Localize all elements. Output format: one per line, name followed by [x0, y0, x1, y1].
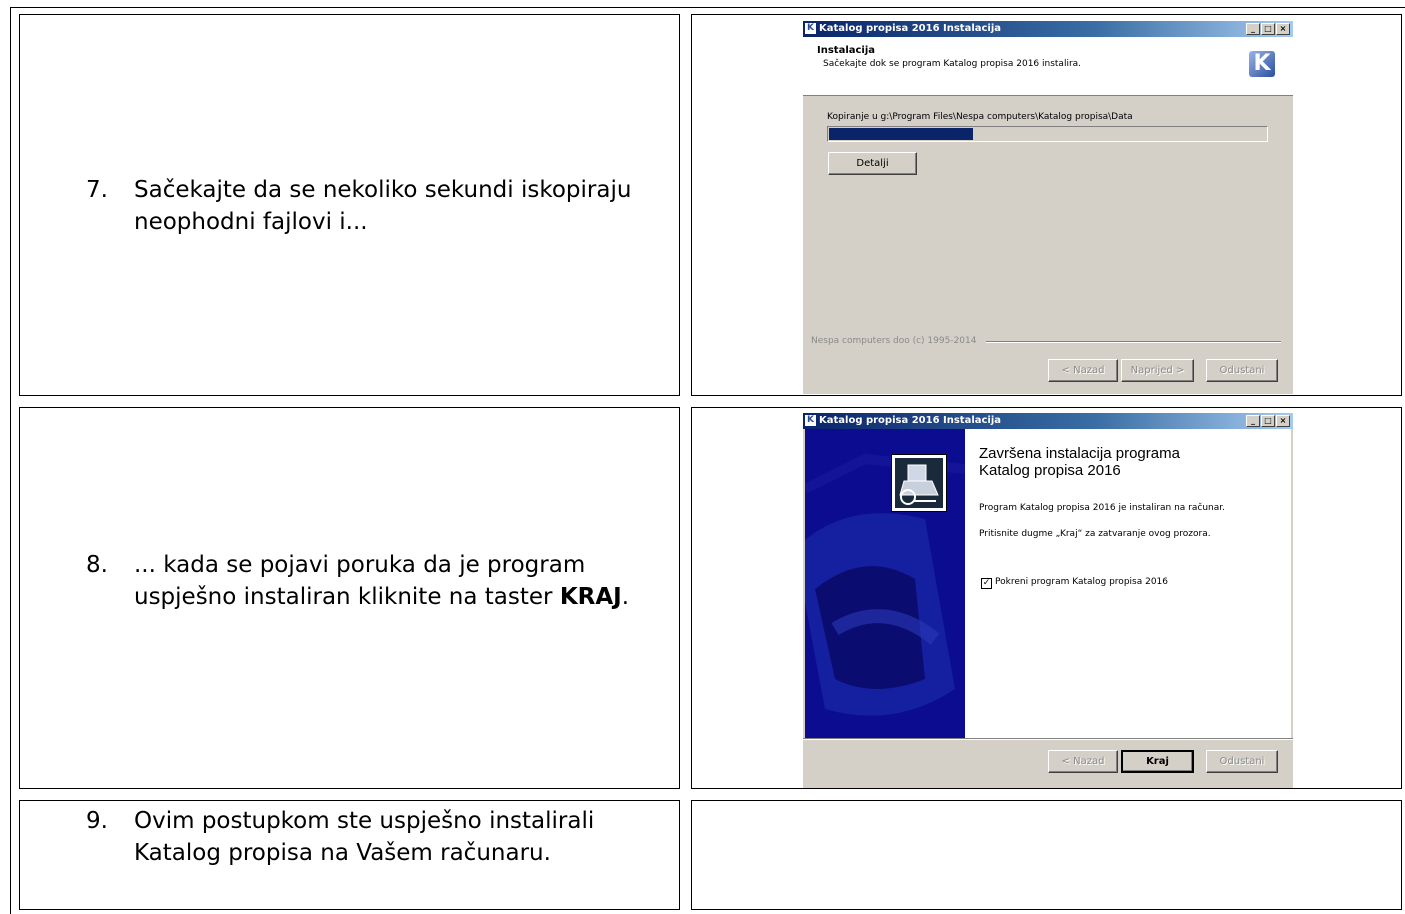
page-top-rule	[10, 7, 1405, 8]
back-button[interactable]: < Nazad	[1048, 359, 1118, 382]
minimize-button[interactable]: _	[1246, 415, 1260, 427]
installer-dialog-finish: K Katalog propisa 2016 Instalacija _□×	[803, 413, 1293, 788]
step7-line2: neophodni fajlovi i...	[134, 209, 368, 235]
install-progress-fill	[829, 128, 974, 140]
step7-image-cell: K Katalog propisa 2016 Instalacija _ □ × I…	[691, 14, 1402, 396]
page-left-rule	[10, 7, 11, 914]
app-k-icon: K	[805, 23, 816, 34]
close-button[interactable]: ×	[1276, 23, 1290, 35]
copy-status-text: Kopiranje u g:\Program Files\Nespa compu…	[827, 112, 1133, 122]
close-button[interactable]: ×	[1276, 415, 1290, 427]
launch-program-label[interactable]: Pokreni program Katalog propisa 2016	[995, 577, 1168, 587]
back-button[interactable]: < Nazad	[1048, 750, 1118, 773]
step8-number: 8.	[86, 552, 108, 578]
step8-line2-period: .	[621, 584, 630, 610]
installer-dialog-progress: K Katalog propisa 2016 Instalacija _ □ × I…	[803, 21, 1293, 394]
wizard-side-panel	[805, 429, 965, 738]
finish-button[interactable]: Kraj	[1121, 750, 1194, 773]
kraj-emphasis: KRAJ	[559, 584, 622, 610]
cancel-button[interactable]: Odustani	[1206, 359, 1278, 382]
dialog1-header-subtitle: Sačekajte dok se program Katalog propisa…	[823, 59, 1082, 69]
dialog2-footer-rule	[803, 738, 1293, 740]
step8-line1: ... kada se pojavi poruka da je program	[134, 552, 586, 578]
next-button[interactable]: Naprijed >	[1121, 359, 1194, 382]
launch-program-checkbox[interactable]: ✓	[981, 578, 992, 589]
dialog1-header-title: Instalacija	[817, 45, 876, 56]
finish-heading-line2: Katalog propisa 2016	[979, 462, 1121, 479]
dialog1-title: Katalog propisa 2016 Instalacija	[819, 23, 1002, 34]
minimize-button[interactable]: _	[1246, 23, 1260, 35]
details-button[interactable]: Detalji	[828, 152, 917, 175]
step9-line2: Katalog propisa na Vašem računaru.	[134, 840, 551, 866]
app-k-icon: K	[805, 415, 816, 426]
step7-number: 7.	[86, 177, 108, 203]
step7-line1: Sačekajte da se nekoliko sekundi iskopir…	[134, 177, 632, 203]
maximize-button[interactable]: □	[1261, 415, 1275, 427]
dialog1-titlebar[interactable]: K Katalog propisa 2016 Instalacija _ □ ×	[803, 21, 1293, 37]
step9-image-cell	[691, 800, 1402, 910]
dialog1-footer-rule	[986, 341, 1281, 343]
step8-image-cell: K Katalog propisa 2016 Instalacija _□×	[691, 407, 1402, 789]
dialog2-titlebar[interactable]: K Katalog propisa 2016 Instalacija _ □ ×	[803, 413, 1293, 429]
step8-line2: uspješno instaliran kliknite na taster K…	[134, 581, 694, 613]
dialog2-title: Katalog propisa 2016 Instalacija	[819, 415, 1002, 426]
install-progress-bar	[827, 126, 1268, 142]
katalog-logo-icon: K	[1249, 51, 1275, 77]
wizard-content-panel: Završena instalacija programa Katalog pr…	[965, 429, 1291, 738]
step8-text-cell: 8. ... kada se pojavi poruka da je progr…	[19, 407, 680, 789]
installer-icon	[891, 454, 947, 512]
step7-text-cell: 7. Sačekajte da se nekoliko sekundi isko…	[19, 14, 680, 396]
cancel-button[interactable]: Odustani	[1206, 750, 1278, 773]
maximize-button[interactable]: □	[1261, 23, 1275, 35]
step8-line2-text: uspješno instaliran kliknite na taster	[134, 584, 560, 610]
finish-message: Program Katalog propisa 2016 je instalir…	[979, 503, 1226, 513]
finish-heading: Završena instalacija programa Katalog pr…	[979, 445, 1180, 479]
step9-number: 9.	[86, 808, 108, 834]
finish-heading-line1: Završena instalacija programa	[979, 445, 1180, 462]
step9-text-cell: 9. Ovim postupkom ste uspješno instalira…	[19, 800, 680, 910]
dialog1-footer-text: Nespa computers doo (c) 1995-2014	[811, 336, 977, 346]
dialog1-header: Instalacija Sačekajte dok se program Kat…	[803, 37, 1293, 96]
step9-line1: Ovim postupkom ste uspješno instalirali	[134, 808, 595, 834]
finish-hint: Pritisnite dugme „Kraj“ za zatvaranje ov…	[979, 529, 1211, 539]
